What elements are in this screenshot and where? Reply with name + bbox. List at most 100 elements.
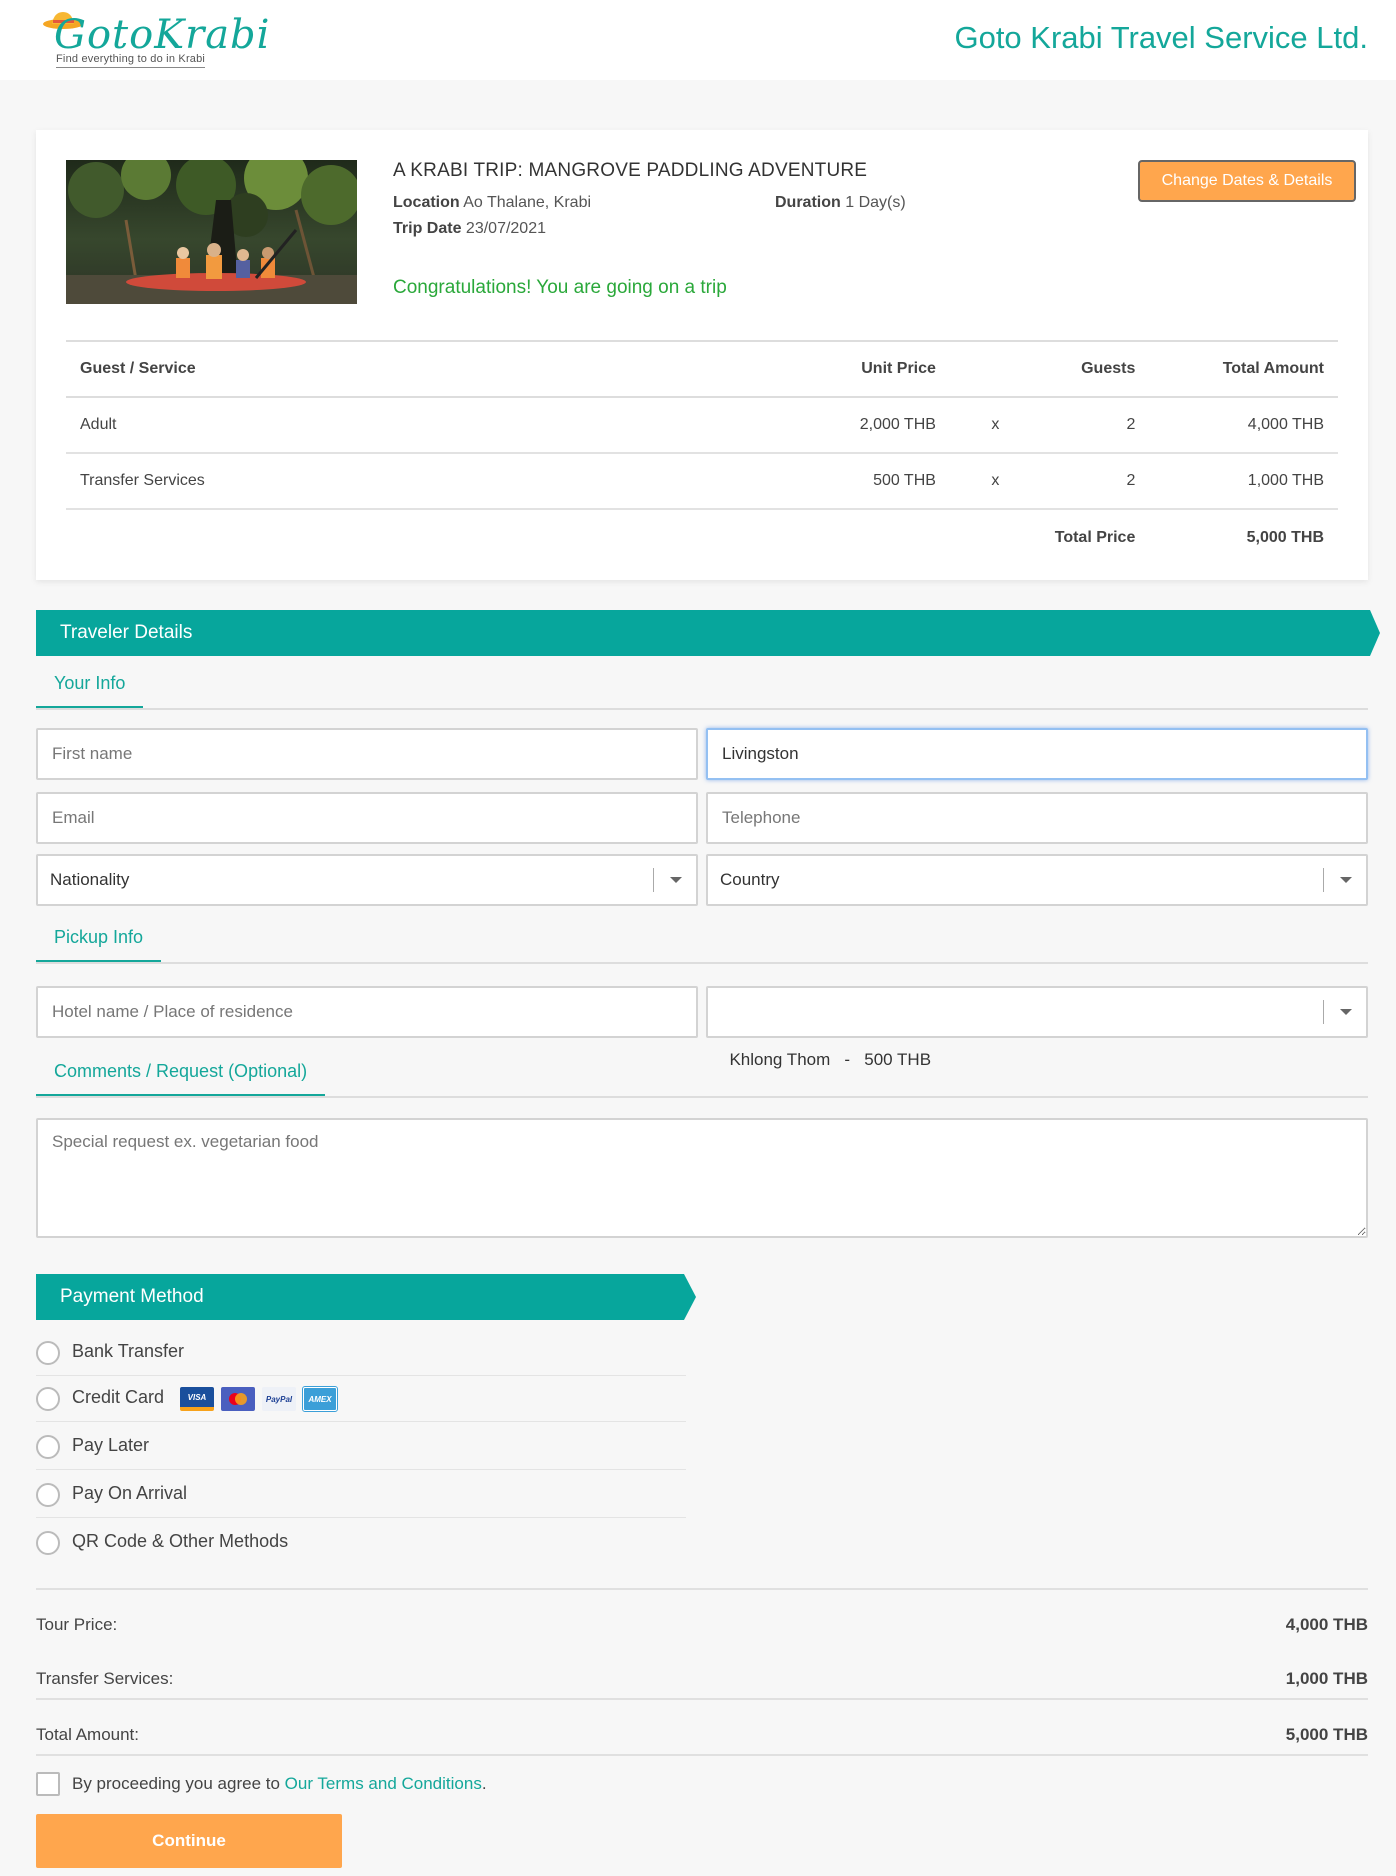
table-header-row: Guest / Service Unit Price Guests Total … (66, 340, 1338, 398)
row-multiply: x (935, 453, 1055, 510)
location-label: Location (393, 194, 460, 211)
radio-button[interactable] (36, 1435, 60, 1459)
divider (36, 1588, 1368, 1590)
header-total-amount: Total Amount (1135, 340, 1338, 398)
last-name-field[interactable] (706, 728, 1368, 780)
header-unit-price: Unit Price (680, 340, 936, 398)
summary-value: 5,000 THB (1285, 1725, 1368, 1744)
summary-label: Total Amount: (36, 1725, 140, 1744)
payment-option-label: Bank Transfer (72, 1341, 185, 1361)
terms-prefix: By proceeding you agree to (72, 1774, 285, 1793)
gotokrabi-logo[interactable]: GotoKrabi Find everything to do in Krabi (40, 8, 269, 70)
trip-duration: Duration 1 Day(s) (775, 194, 906, 212)
payment-option-label: QR Code & Other Methods (72, 1531, 289, 1551)
summary-value: 1,000 THB (1285, 1669, 1368, 1688)
site-header: GotoKrabi Find everything to do in Krabi… (0, 0, 1396, 80)
logo-tagline: Find everything to do in Krabi (56, 53, 206, 68)
location-value: Ao Thalane, Krabi (463, 194, 592, 211)
terms-text: By proceeding you agree to Our Terms and… (72, 1774, 487, 1794)
row-multiply: x (935, 397, 1055, 454)
duration-value: 1 Day(s) (845, 194, 906, 211)
traveler-details-banner: Traveler Details (36, 610, 1380, 656)
comments-tabbar: Comments / Request (Optional) (36, 1061, 1368, 1098)
company-name: Goto Krabi Travel Service Ltd. (954, 20, 1368, 55)
summary-tour-price: Tour Price: 4,000 THB (36, 1598, 1368, 1652)
telephone-field[interactable] (706, 792, 1368, 844)
date-value: 23/07/2021 (465, 220, 546, 237)
table-row: Transfer Services 500 THB x 2 1,000 THB (66, 453, 1338, 510)
your-info-tabbar: Your Info (36, 673, 1368, 710)
row-total: 4,000 THB (1135, 397, 1338, 454)
first-name-field[interactable] (36, 728, 698, 780)
divider (36, 1754, 1368, 1756)
radio-button[interactable] (36, 1531, 60, 1555)
pickup-area-value: Khlong Thom - 500 THB (729, 1050, 932, 1069)
hotel-field[interactable] (36, 986, 698, 1038)
card-brand-icons: VISA PayPal AMEX (180, 1386, 338, 1412)
row-name: Adult (66, 397, 681, 454)
chevron-down-icon (1340, 1009, 1352, 1015)
payment-option-bank-transfer[interactable]: Bank Transfer (36, 1328, 686, 1376)
summary-label: Transfer Services: (36, 1669, 174, 1688)
chevron-down-icon (670, 877, 682, 883)
email-field[interactable] (36, 792, 698, 844)
payment-option-label: Credit Card (72, 1387, 165, 1407)
comments-textarea[interactable] (36, 1118, 1368, 1238)
congrats-message: Congratulations! You are going on a trip (393, 277, 727, 298)
divider (36, 1698, 1368, 1700)
total-price-value: 5,000 THB (1246, 528, 1324, 546)
payment-option-pay-on-arrival[interactable]: Pay On Arrival (36, 1470, 686, 1518)
chevron-down-icon (1340, 877, 1352, 883)
tab-pickup-info[interactable]: Pickup Info (36, 927, 162, 962)
continue-button[interactable]: Continue (36, 1814, 342, 1868)
row-unit-price: 500 THB (680, 453, 936, 510)
amex-icon: AMEX (302, 1386, 338, 1412)
payment-option-credit-card[interactable]: Credit Card VISA PayPal AMEX (36, 1374, 686, 1422)
total-price-label: Total Price (1054, 528, 1136, 546)
radio-button[interactable] (36, 1483, 60, 1507)
summary-label: Tour Price: (36, 1615, 118, 1634)
summary-value: 4,000 THB (1285, 1615, 1368, 1634)
tab-comments[interactable]: Comments / Request (Optional) (36, 1061, 326, 1096)
trip-photo (66, 160, 357, 304)
payment-option-label: Pay Later (72, 1435, 150, 1455)
terms-checkbox[interactable] (36, 1772, 60, 1796)
country-value: Country (720, 870, 780, 889)
tab-your-info[interactable]: Your Info (36, 673, 144, 708)
table-row: Adult 2,000 THB x 2 4,000 THB (66, 397, 1338, 454)
country-select[interactable]: Country (706, 854, 1368, 906)
header-guest-service: Guest / Service (66, 340, 681, 398)
date-label: Trip Date (393, 220, 462, 237)
paypal-icon: PayPal (262, 1387, 296, 1411)
row-name: Transfer Services (66, 453, 681, 510)
mastercard-icon (221, 1387, 255, 1411)
header-guests: Guests (1054, 340, 1136, 398)
payment-option-label: Pay On Arrival (72, 1483, 188, 1503)
change-dates-button[interactable]: Change Dates & Details (1138, 160, 1356, 202)
radio-button[interactable] (36, 1387, 60, 1411)
terms-link[interactable]: Our Terms and Conditions (285, 1774, 482, 1793)
radio-button[interactable] (36, 1341, 60, 1365)
trip-location: Location Ao Thalane, Krabi (393, 194, 591, 212)
header-spacer (935, 340, 1055, 398)
pricing-table: Guest / Service Unit Price Guests Total … (66, 340, 1338, 565)
payment-method-banner: Payment Method (36, 1274, 696, 1320)
row-guests: 2 (1054, 453, 1136, 510)
trip-summary-card: A KRABI TRIP: MANGROVE PADDLING ADVENTUR… (36, 130, 1368, 580)
duration-label: Duration (775, 194, 841, 211)
nationality-select[interactable]: Nationality (36, 854, 698, 906)
row-total: 1,000 THB (1135, 453, 1338, 510)
table-total-row: Total Price 5,000 THB (66, 509, 1338, 565)
payment-option-qr-code[interactable]: QR Code & Other Methods (36, 1518, 686, 1566)
trip-date: Trip Date 23/07/2021 (393, 220, 546, 238)
logo-text: GotoKrabi (54, 12, 271, 58)
nationality-value: Nationality (50, 870, 130, 889)
row-guests: 2 (1054, 397, 1136, 454)
pickup-area-select[interactable]: Khlong Thom - 500 THB (706, 986, 1368, 1069)
payment-option-pay-later[interactable]: Pay Later (36, 1422, 686, 1470)
pickup-info-tabbar: Pickup Info (36, 927, 1368, 964)
row-unit-price: 2,000 THB (680, 397, 936, 454)
visa-icon: VISA (180, 1387, 214, 1411)
trip-title: A KRABI TRIP: MANGROVE PADDLING ADVENTUR… (393, 160, 868, 181)
terms-suffix: . (481, 1774, 487, 1793)
